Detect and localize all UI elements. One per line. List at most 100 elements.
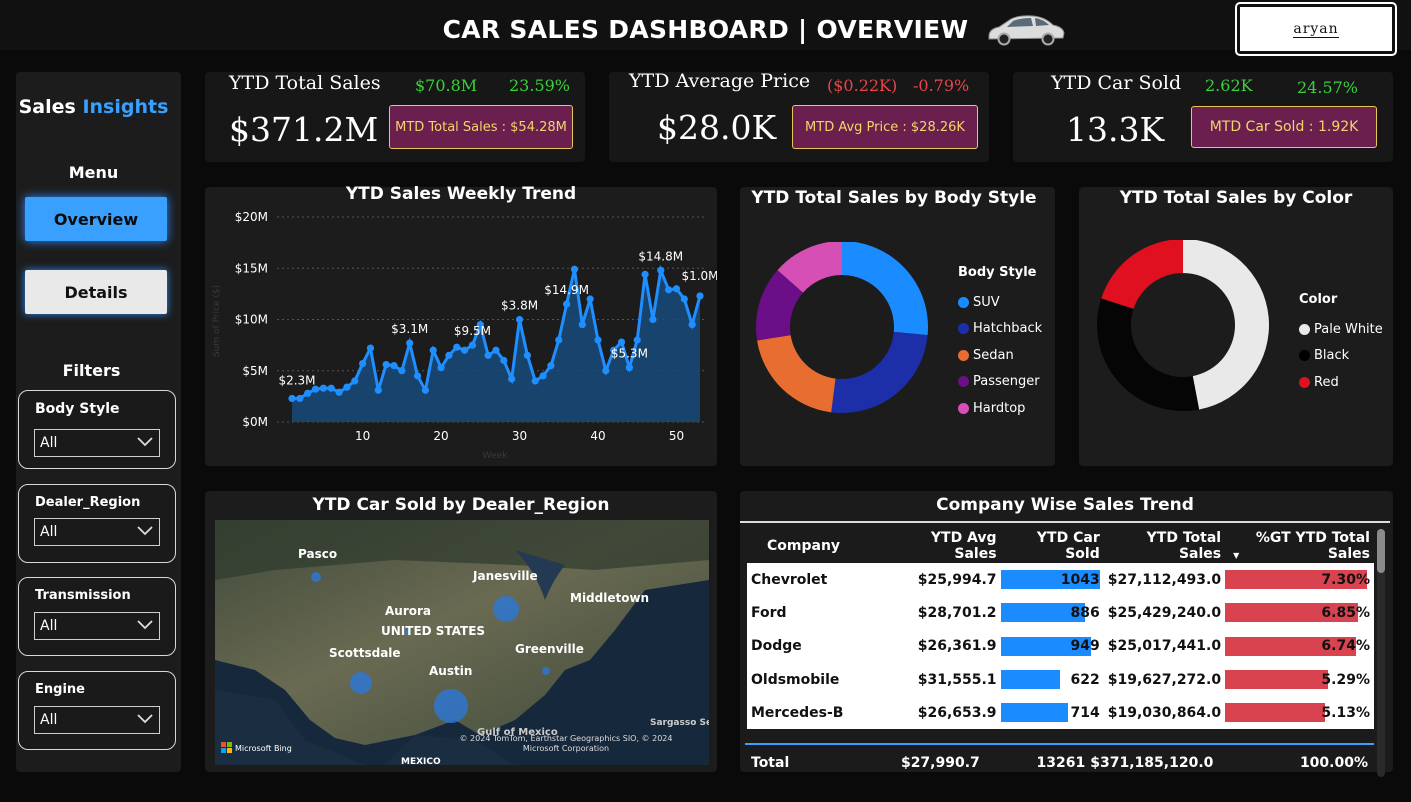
data-point[interactable] (335, 388, 343, 396)
data-point[interactable] (539, 372, 547, 380)
data-point[interactable] (453, 343, 461, 351)
data-point[interactable] (570, 265, 579, 273)
data-point[interactable] (633, 336, 641, 344)
legend-title: Body Style (958, 265, 1037, 280)
scrollbar-thumb[interactable] (1377, 529, 1385, 573)
table-row[interactable]: Oldsmobile $31,555.1 622 $19,627,272.0 5.29% (747, 662, 1374, 697)
data-point[interactable] (672, 285, 681, 293)
data-point[interactable] (406, 339, 414, 347)
data-point[interactable] (578, 321, 586, 329)
legend-item[interactable]: SUV (958, 289, 1042, 316)
data-point[interactable] (359, 359, 367, 368)
transmission-dropdown[interactable]: All (34, 612, 160, 640)
donut-slice[interactable] (831, 331, 928, 413)
data-point[interactable] (625, 364, 633, 372)
data-point[interactable] (515, 315, 524, 324)
column-header-sorted[interactable]: ▼ %GT YTD Total Sales (1225, 529, 1374, 563)
data-point[interactable] (657, 266, 665, 274)
table-scrollbar[interactable] (1377, 529, 1385, 777)
data-point[interactable] (594, 336, 602, 344)
data-point[interactable] (461, 346, 469, 354)
data-point[interactable] (555, 336, 563, 344)
map-bubble[interactable] (311, 572, 321, 582)
data-point[interactable] (547, 362, 555, 370)
data-point[interactable] (366, 344, 375, 352)
data-point[interactable] (327, 384, 335, 392)
legend-item[interactable]: Passenger (958, 369, 1042, 396)
column-header[interactable]: YTD Car Sold (1001, 529, 1104, 563)
data-point[interactable] (641, 270, 649, 278)
donut-slice[interactable] (1183, 240, 1269, 410)
donut-slice[interactable] (1097, 298, 1200, 411)
data-point[interactable] (523, 351, 531, 359)
data-point[interactable] (421, 386, 429, 394)
table-divider (740, 521, 1390, 523)
data-point[interactable] (468, 341, 477, 349)
table-row[interactable]: Mercedes-B $26,653.9 714 $19,030,864.0 5.13% (747, 696, 1374, 730)
map-bubble[interactable] (350, 672, 372, 694)
donut-slice[interactable] (842, 242, 928, 336)
legend-item[interactable]: Red (1299, 369, 1383, 396)
data-point[interactable] (492, 346, 500, 354)
engine-dropdown[interactable]: All (34, 706, 160, 734)
data-point[interactable] (696, 292, 704, 300)
data-point[interactable] (304, 389, 312, 397)
column-header[interactable]: YTD Avg Sales (895, 529, 1001, 563)
column-header[interactable]: Company (747, 529, 895, 563)
data-point[interactable] (374, 386, 382, 394)
filter-dealer-region: Dealer_Region All (18, 484, 176, 563)
table-row[interactable]: Chevrolet $25,994.7 1043 $27,112,493.0 7.30% (747, 563, 1374, 597)
data-point[interactable] (508, 375, 516, 383)
avg-cell: $25,994.7 (894, 563, 1001, 597)
data-point[interactable] (617, 338, 626, 346)
data-point[interactable] (296, 394, 304, 403)
data-point[interactable] (500, 356, 508, 365)
table-total-row: Total $27,990.7 13261 $371,185,120.0 100… (747, 747, 1374, 779)
legend-item[interactable]: Hatchback (958, 316, 1042, 343)
total-cell: $25,429,240.0 (1103, 596, 1226, 630)
brand-text-a: Sales (18, 96, 76, 118)
map-bubble[interactable] (542, 667, 550, 675)
nav-overview-button[interactable]: Overview (25, 197, 167, 241)
data-point[interactable] (288, 394, 296, 403)
x-tick-label: 30 (512, 429, 527, 443)
data-point[interactable] (680, 295, 688, 303)
x-tick-label: 20 (433, 429, 448, 443)
column-header[interactable]: YTD Total Sales (1104, 529, 1225, 563)
data-point[interactable] (445, 351, 453, 359)
legend-item[interactable]: Black (1299, 343, 1383, 370)
data-point[interactable] (382, 361, 390, 369)
data-point[interactable] (413, 372, 422, 380)
data-point[interactable] (351, 377, 359, 385)
data-point[interactable] (484, 351, 492, 359)
data-point[interactable] (563, 300, 571, 308)
data-point[interactable] (437, 364, 445, 372)
nav-details-button[interactable]: Details (25, 270, 167, 314)
map-bubble[interactable] (493, 596, 519, 622)
data-point[interactable] (602, 367, 610, 375)
table-row[interactable]: Ford $28,701.2 886 $25,429,240.0 6.85% (747, 596, 1374, 630)
legend-item[interactable]: Hardtop (958, 395, 1042, 422)
legend-item[interactable]: Pale White (1299, 316, 1383, 343)
dealer-region-dropdown[interactable]: All (34, 518, 160, 546)
data-point[interactable] (531, 377, 539, 385)
data-point[interactable] (688, 321, 696, 329)
body-style-dropdown[interactable]: All (34, 429, 160, 457)
donut-slice[interactable] (757, 335, 836, 413)
map-bubble[interactable] (434, 689, 468, 723)
data-point[interactable] (429, 346, 437, 354)
data-point[interactable] (343, 383, 351, 391)
filter-label: Body Style (35, 401, 120, 417)
x-tick-label: 40 (590, 429, 605, 443)
dealer-region-map[interactable]: Pasco Janesville Aurora Middletown UNITE… (215, 520, 709, 765)
weekly-trend-chart: Sum of Price ($) Week $0M $5M $10M $15M $20M… (212, 210, 717, 461)
data-point[interactable] (390, 362, 398, 370)
data-point[interactable] (665, 286, 673, 294)
data-point[interactable] (398, 367, 406, 375)
legend-item[interactable]: Sedan (958, 342, 1042, 369)
data-point[interactable] (319, 384, 327, 392)
donut-slice[interactable] (1101, 240, 1183, 309)
table-row[interactable]: Dodge $26,361.9 949 $25,017,441.0 6.74% (747, 629, 1374, 663)
data-point[interactable] (649, 315, 657, 324)
filter-body-style: Body Style All (18, 390, 176, 469)
